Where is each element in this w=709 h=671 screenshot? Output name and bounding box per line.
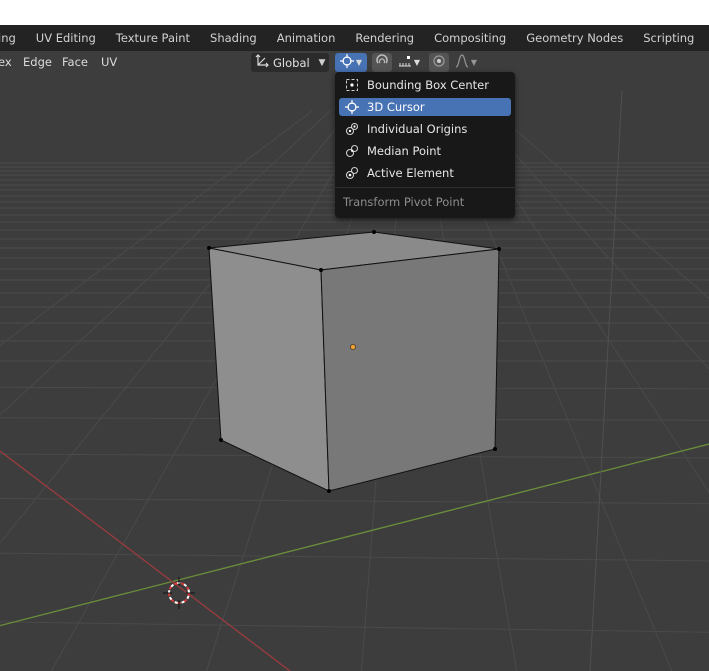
- menu-item-label: Median Point: [367, 144, 442, 158]
- menu-divider: [335, 187, 515, 188]
- cube-mesh[interactable]: [207, 230, 501, 493]
- chevron-down-icon: ▼: [413, 58, 421, 67]
- pivot-point-menu: Bounding Box Center 3D Cursor Individual…: [335, 72, 515, 218]
- tab-rendering[interactable]: Rendering: [345, 25, 424, 51]
- viewport-header: ex Edge Face UV Global ▼ ▼ ▼ ▼: [0, 51, 709, 73]
- active-element-icon: [341, 166, 363, 180]
- magnet-icon: [375, 54, 389, 71]
- workspace-tab-bar: ing UV Editing Texture Paint Shading Ani…: [0, 25, 709, 51]
- top-blank-area: [0, 0, 709, 25]
- menu-item-label: 3D Cursor: [367, 100, 425, 114]
- chevron-down-icon: ▼: [355, 58, 363, 67]
- menu-item-label: Active Element: [367, 166, 454, 180]
- menu-uv[interactable]: UV: [101, 51, 117, 73]
- 3d-cursor-icon: [341, 100, 363, 114]
- tab-compositing[interactable]: Compositing: [424, 25, 516, 51]
- menu-title: Transform Pivot Point: [343, 195, 465, 209]
- tab-shading[interactable]: Shading: [200, 25, 267, 51]
- menu-vertex[interactable]: ex: [0, 51, 12, 73]
- proportional-falloff-dropdown[interactable]: ▼: [450, 53, 482, 72]
- transform-orientation-icon: [251, 54, 273, 71]
- menu-edge[interactable]: Edge: [23, 51, 52, 73]
- menu-item-individual-origins[interactable]: Individual Origins: [339, 120, 511, 138]
- tab-scripting[interactable]: Scripting: [633, 25, 704, 51]
- z-axis-line: [589, 90, 623, 671]
- transform-orientation-label: Global: [273, 55, 310, 70]
- proportional-edit-icon: [432, 54, 446, 71]
- median-point-icon: [341, 144, 363, 158]
- menu-item-3d-cursor[interactable]: 3D Cursor: [339, 98, 511, 116]
- individual-origins-icon: [341, 122, 363, 136]
- 3d-cursor[interactable]: [163, 577, 195, 609]
- tab-layout[interactable]: ing: [0, 25, 26, 51]
- menu-face[interactable]: Face: [62, 51, 88, 73]
- tab-geometry-nodes[interactable]: Geometry Nodes: [516, 25, 633, 51]
- chevron-down-icon: ▼: [318, 57, 326, 68]
- bounding-box-center-icon: [341, 78, 363, 92]
- add-workspace-button[interactable]: +: [704, 25, 709, 51]
- pivot-point-dropdown[interactable]: ▼: [335, 53, 367, 72]
- snap-increment-icon: [398, 54, 412, 71]
- tab-animation[interactable]: Animation: [267, 25, 346, 51]
- menu-item-label: Bounding Box Center: [367, 78, 489, 92]
- menu-item-bounding-box-center[interactable]: Bounding Box Center: [339, 76, 511, 94]
- proportional-editing-toggle[interactable]: [429, 53, 449, 72]
- falloff-curve-icon: [455, 54, 469, 71]
- x-axis-line: [0, 450, 291, 671]
- menu-item-median-point[interactable]: Median Point: [339, 142, 511, 160]
- pivot-3d-cursor-icon: [339, 54, 354, 71]
- menu-item-label: Individual Origins: [367, 122, 468, 136]
- tab-texture-paint[interactable]: Texture Paint: [106, 25, 200, 51]
- snap-options-dropdown[interactable]: ▼: [393, 53, 425, 72]
- object-origin-dot: [350, 344, 356, 350]
- snap-toggle[interactable]: [372, 53, 392, 72]
- tab-uv-editing[interactable]: UV Editing: [26, 25, 106, 51]
- menu-item-active-element[interactable]: Active Element: [339, 164, 511, 182]
- transform-orientation-dropdown[interactable]: Global ▼: [251, 53, 329, 72]
- chevron-down-icon: ▼: [470, 58, 478, 67]
